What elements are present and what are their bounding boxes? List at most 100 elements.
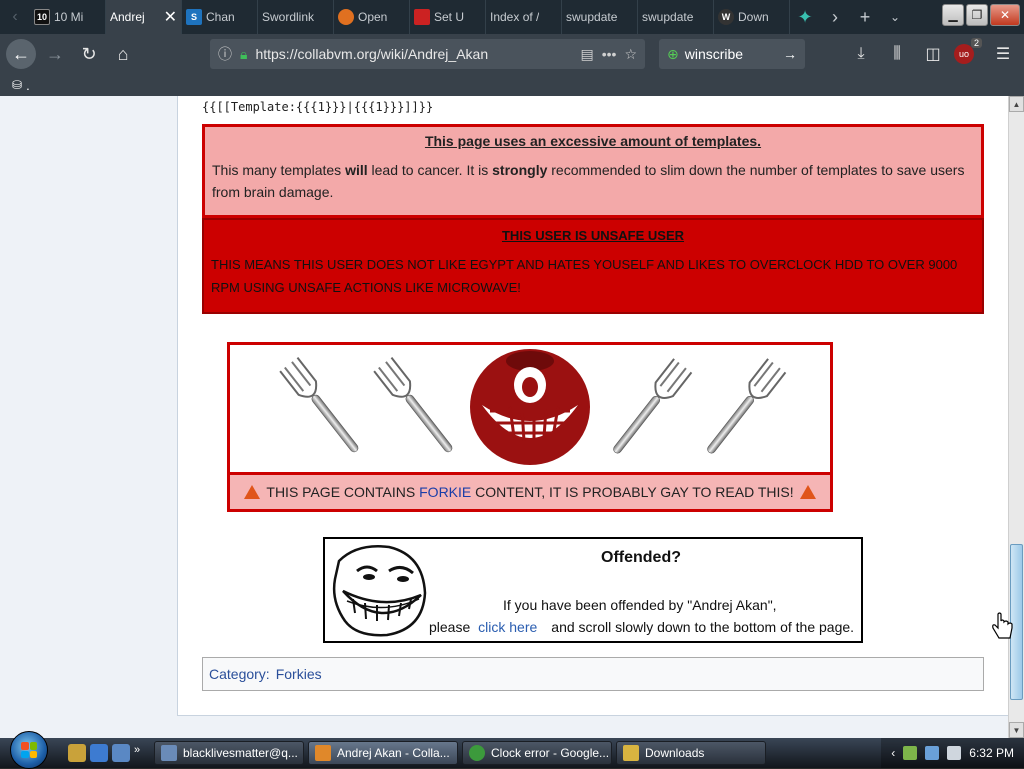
- url-bar[interactable]: ⓘ 🔒︎ https://collabvm.org/wiki/Andrej_Ak…: [210, 39, 645, 69]
- info-icon[interactable]: ⓘ: [218, 44, 232, 64]
- warning-triangle-icon: [799, 485, 816, 499]
- reload-button[interactable]: ↻: [74, 39, 104, 69]
- tab-title: Andrej: [110, 10, 145, 24]
- taskbar-item-3[interactable]: Downloads: [616, 741, 766, 765]
- forkie-warning-bar: THIS PAGE CONTAINS FORKIE CONTENT, IT IS…: [230, 475, 830, 509]
- scroll-down-button[interactable]: ▼: [1009, 722, 1024, 738]
- quicklaunch-icon[interactable]: [112, 744, 130, 762]
- excessive-templates-text: This many templates will lead to cancer.…: [212, 162, 965, 200]
- category-label-link[interactable]: Category:: [209, 666, 270, 682]
- taskbar-item-label: Downloads: [645, 746, 705, 760]
- unsafe-user-heading: THIS USER IS UNSAFE USER: [501, 228, 685, 243]
- tab-3[interactable]: Swordlink: [258, 0, 334, 34]
- tab-title: Open: [358, 10, 388, 24]
- fork-icon: [373, 356, 453, 453]
- puzzle-icon[interactable]: ✦: [790, 0, 820, 34]
- home-button[interactable]: ⌂: [108, 39, 138, 69]
- bookmark-star-icon[interactable]: ☆: [624, 46, 637, 63]
- network-icon[interactable]: [925, 746, 940, 760]
- download-icon[interactable]: ⤓: [846, 39, 876, 69]
- search-box[interactable]: ⊕ winscribe →: [659, 39, 805, 69]
- tab-0[interactable]: 10 10 Mi: [30, 0, 106, 34]
- tray-icon[interactable]: [903, 746, 918, 760]
- fork-icon: [279, 356, 359, 453]
- tab-favicon-icon: [414, 9, 430, 25]
- tab-4[interactable]: Open: [334, 0, 410, 34]
- new-tab-button[interactable]: +: [850, 0, 880, 34]
- lock-icon: 🔒︎: [240, 45, 248, 62]
- offended-line-1: If you have been offended by "Andrej Aka…: [503, 597, 777, 613]
- taskbar-item-2[interactable]: Clock error - Google...: [462, 741, 612, 765]
- quicklaunch-icon[interactable]: [90, 744, 108, 762]
- bookmark-item[interactable]: .: [26, 78, 30, 93]
- forkie-link[interactable]: FORKIE: [419, 484, 471, 500]
- taskbar-app-icon: [623, 745, 639, 761]
- reader-view-icon[interactable]: ▤: [580, 46, 593, 63]
- page-actions-icon[interactable]: •••: [602, 46, 617, 62]
- search-icon: ⊕: [667, 45, 679, 62]
- click-here-link[interactable]: click here: [478, 619, 537, 635]
- ublock-icon[interactable]: uo 2: [954, 38, 982, 64]
- search-input[interactable]: winscribe: [685, 46, 743, 62]
- offended-box: Offended? If you have been offended by "…: [323, 537, 863, 643]
- scroll-up-button[interactable]: ▲: [1009, 96, 1024, 112]
- excessive-templates-box: This page uses an excessive amount of te…: [202, 124, 984, 218]
- tab-title: swupdate: [642, 10, 694, 24]
- red-grin-face-icon: [470, 349, 590, 465]
- quicklaunch-icon[interactable]: [68, 744, 86, 762]
- forkie-warning-box: THIS PAGE CONTAINS FORKIE CONTENT, IT IS…: [227, 342, 833, 512]
- bookmarks-toolbar: ⛁ .: [0, 74, 1024, 96]
- excessive-templates-heading: This page uses an excessive amount of te…: [424, 133, 762, 149]
- page-viewport: {{[[Template:{{{1}}}|{{{1}}}]]}} This pa…: [0, 96, 1008, 738]
- hand-cursor-icon: [992, 612, 1013, 639]
- tab-title: 10 Mi: [54, 10, 84, 24]
- quicklaunch-expand-icon[interactable]: »: [134, 744, 144, 762]
- tab-1-active[interactable]: Andrej ✕: [106, 0, 182, 34]
- tab-favicon-icon: W: [718, 9, 734, 25]
- forkie-warning-text: THIS PAGE CONTAINS FORKIE CONTENT, IT IS…: [266, 484, 794, 500]
- tab-scroll-right-button[interactable]: ›: [820, 0, 850, 34]
- library-icon[interactable]: ⫼: [882, 39, 912, 69]
- wiki-content: {{[[Template:{{{1}}}|{{{1}}}]]}} This pa…: [177, 96, 1008, 716]
- fork-icon: [613, 358, 693, 454]
- volume-icon[interactable]: [947, 746, 962, 760]
- tab-scroll-left-button[interactable]: ‹: [0, 0, 30, 34]
- tab-7[interactable]: swupdate: [562, 0, 638, 34]
- offended-line-2: please click here and scroll slowly down …: [429, 619, 855, 635]
- fork-icon: [707, 358, 787, 454]
- taskbar-item-1[interactable]: Andrej Akan - Colla...: [308, 741, 458, 765]
- category-forkies-link[interactable]: Forkies: [276, 666, 322, 682]
- tab-8[interactable]: swupdate: [638, 0, 714, 34]
- warning-triangle-icon: [244, 485, 261, 499]
- taskbar-item-0[interactable]: blacklivesmatter@q...: [154, 741, 304, 765]
- quick-launch: »: [68, 744, 144, 762]
- search-go-icon[interactable]: →: [783, 46, 797, 62]
- maximize-button[interactable]: ❐: [966, 4, 988, 26]
- clock[interactable]: 6:32 PM: [969, 746, 1014, 760]
- back-button[interactable]: ←: [6, 39, 36, 69]
- tab-favicon-icon: [338, 9, 354, 25]
- unsafe-user-box: THIS USER IS UNSAFE USER THIS MEANS THIS…: [202, 218, 984, 314]
- bookmark-folder-icon[interactable]: ⛁: [12, 78, 22, 92]
- system-tray: ‹ 6:32 PM: [881, 738, 1024, 768]
- tab-9[interactable]: W Down: [714, 0, 790, 34]
- url-text[interactable]: https://collabvm.org/wiki/Andrej_Akan: [255, 46, 572, 62]
- sidebar-icon[interactable]: ◫: [918, 39, 948, 69]
- window-controls: ▁ ❐ ✕: [938, 0, 1024, 34]
- tab-6[interactable]: Index of /: [486, 0, 562, 34]
- tab-list-chevron-down-icon[interactable]: ⌄: [880, 0, 910, 34]
- taskbar-item-label: Clock error - Google...: [491, 746, 610, 760]
- taskbar-item-label: Andrej Akan - Colla...: [337, 746, 450, 760]
- tab-title: Set U: [434, 10, 465, 24]
- close-window-button[interactable]: ✕: [990, 4, 1020, 26]
- menu-hamburger-icon[interactable]: ☰: [988, 39, 1018, 69]
- tab-2[interactable]: S Chan: [182, 0, 258, 34]
- tray-expand-icon[interactable]: ‹: [891, 746, 895, 760]
- category-bar: Category: Forkies: [202, 657, 984, 691]
- tab-5[interactable]: Set U: [410, 0, 486, 34]
- minimize-button[interactable]: ▁: [942, 4, 964, 26]
- tab-close-icon[interactable]: ✕: [164, 7, 177, 27]
- taskbar-app-icon: [469, 745, 485, 761]
- forward-button[interactable]: →: [40, 39, 70, 69]
- start-button[interactable]: [10, 731, 48, 769]
